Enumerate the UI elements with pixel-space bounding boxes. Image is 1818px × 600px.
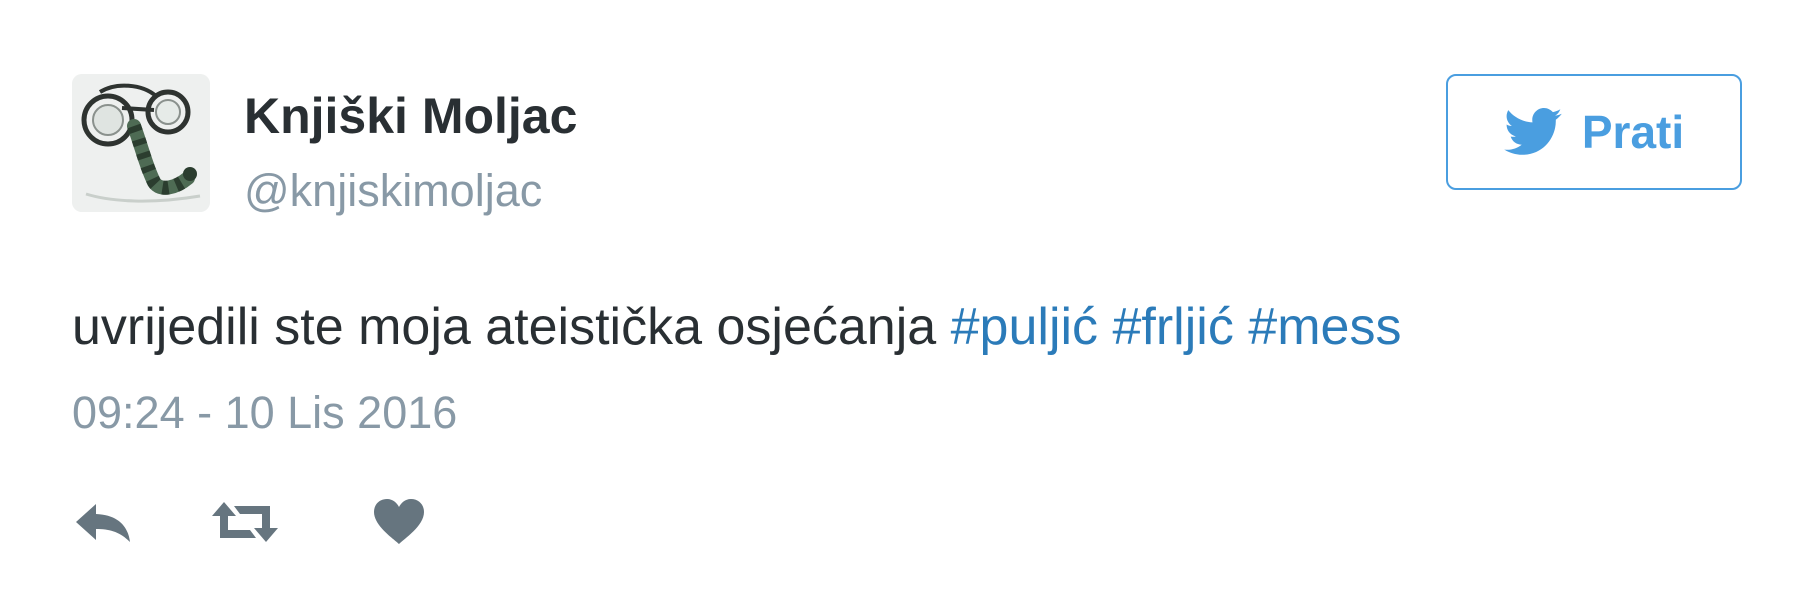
follow-button-label: Prati	[1581, 106, 1685, 158]
hashtag-link[interactable]: #frljić	[1113, 298, 1234, 356]
twitter-bird-icon	[1504, 108, 1562, 156]
tweet-timestamp[interactable]: 09:24 - 10 Lis 2016	[72, 386, 457, 440]
author-name[interactable]: Knjiški Moljac	[244, 86, 577, 146]
reply-button[interactable]	[72, 494, 134, 550]
tweet-body: uvrijedili ste moja ateistička osjećanja	[72, 298, 937, 356]
reply-icon	[76, 504, 130, 542]
tweet-text: uvrijedili ste moja ateistička osjećanja…	[72, 296, 1401, 358]
author-handle[interactable]: @knjiskimoljac	[244, 164, 542, 218]
avatar[interactable]	[72, 74, 210, 212]
retweet-button[interactable]	[210, 494, 280, 550]
follow-button[interactable]: Prati	[1446, 74, 1742, 190]
bookworm-bicycle-icon	[72, 74, 210, 212]
retweet-icon	[212, 502, 278, 542]
like-button[interactable]	[370, 494, 428, 550]
hashtag-link[interactable]: #puljić	[951, 298, 1098, 356]
hashtag-link[interactable]: #mess	[1248, 298, 1401, 356]
heart-icon	[374, 499, 424, 544]
